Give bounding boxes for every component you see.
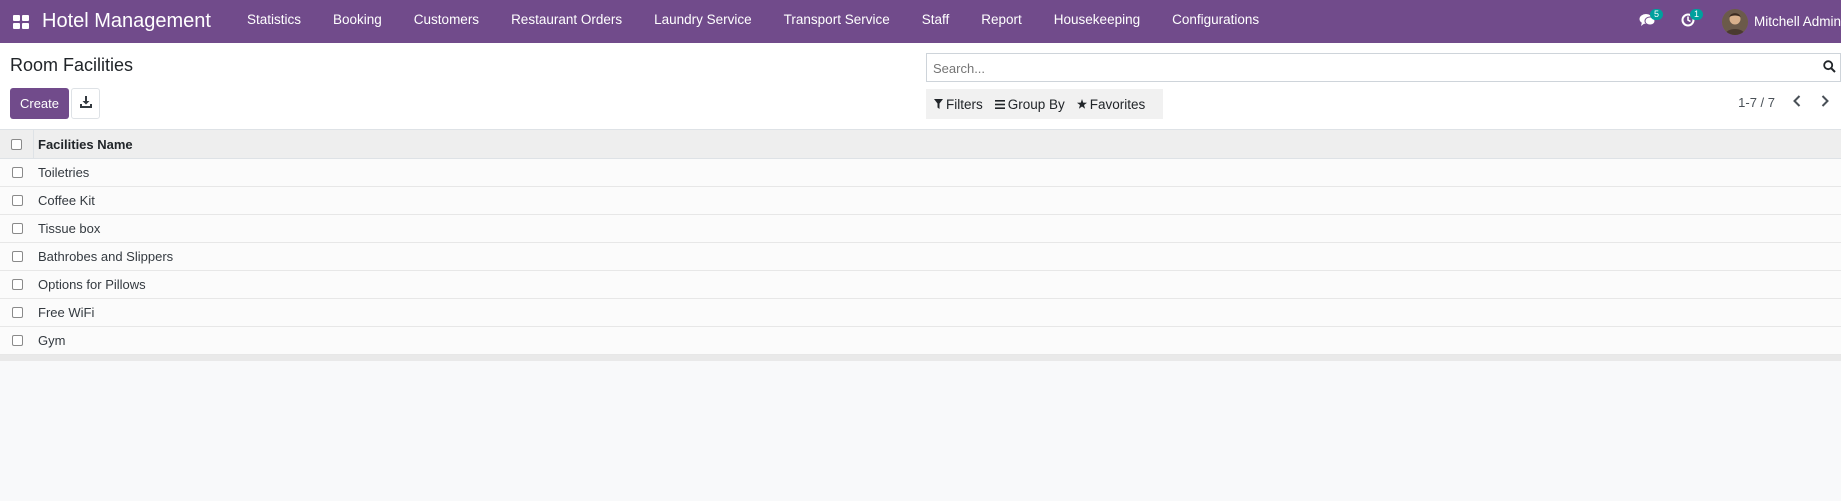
user-name: Mitchell Admin	[1753, 14, 1841, 29]
chevron-right-icon	[1821, 94, 1829, 110]
filter-icon	[934, 97, 946, 112]
row-checkbox[interactable]	[11, 279, 23, 290]
group-by-button[interactable]: Group By	[994, 96, 1065, 112]
activities-count-badge: 1	[1689, 9, 1703, 20]
row-select-cell	[0, 159, 34, 186]
table-row[interactable]: Toiletries	[0, 159, 1841, 187]
user-menu[interactable]: Mitchell Admin	[1721, 0, 1841, 43]
favorites-label: Favorites	[1089, 96, 1146, 112]
row-checkbox[interactable]	[11, 335, 23, 346]
group-by-label: Group By	[1007, 96, 1065, 112]
menu-item-restaurant-orders[interactable]: Restaurant Orders	[495, 0, 638, 43]
facility-name-cell[interactable]: Options for Pillows	[34, 277, 146, 292]
menu-item-report[interactable]: Report	[965, 0, 1038, 43]
systray: 5 1 Mitchell Admin	[1628, 0, 1841, 43]
row-checkbox[interactable]	[11, 223, 23, 234]
row-checkbox[interactable]	[11, 167, 23, 178]
list-footer	[0, 355, 1841, 361]
facility-name-cell[interactable]: Free WiFi	[34, 305, 94, 320]
select-all-cell	[0, 130, 34, 158]
menu-item-housekeeping[interactable]: Housekeeping	[1038, 0, 1156, 43]
filters-button[interactable]: Filters	[934, 97, 983, 112]
row-checkbox[interactable]	[11, 195, 23, 206]
create-button[interactable]: Create	[10, 88, 69, 119]
activities-button[interactable]: 1	[1668, 0, 1708, 43]
row-select-cell	[0, 243, 34, 270]
list-view: Facilities Name Toiletries Coffee Kit Ti…	[0, 129, 1841, 361]
table-row[interactable]: Tissue box	[0, 215, 1841, 243]
page-title: Room Facilities	[10, 55, 134, 75]
menu-item-configurations[interactable]: Configurations	[1156, 0, 1275, 43]
messages-button[interactable]: 5	[1628, 0, 1668, 43]
menu-item-booking[interactable]: Booking	[317, 0, 398, 43]
menu-item-staff[interactable]: Staff	[906, 0, 966, 43]
pager-value[interactable]: 1-7 / 7	[1738, 95, 1775, 110]
column-header-facilities-name[interactable]: Facilities Name	[34, 137, 133, 152]
app-brand[interactable]: Hotel Management	[42, 10, 211, 33]
table-row[interactable]: Free WiFi	[0, 299, 1841, 327]
table-row[interactable]: Coffee Kit	[0, 187, 1841, 215]
avatar	[1721, 8, 1748, 35]
row-select-cell	[0, 215, 34, 242]
facility-name-cell[interactable]: Gym	[34, 333, 65, 348]
facility-name-cell[interactable]: Bathrobes and Slippers	[34, 249, 173, 264]
row-checkbox[interactable]	[11, 251, 23, 262]
row-select-cell	[0, 327, 34, 354]
control-panel: Room Facilities Create Filters	[0, 43, 1841, 129]
messages-count-badge: 5	[1649, 9, 1663, 20]
main-menu: Statistics Booking Customers Restaurant …	[231, 0, 1275, 43]
menu-item-customers[interactable]: Customers	[398, 0, 495, 43]
favorites-button[interactable]: Favorites	[1076, 96, 1146, 112]
filters-label: Filters	[946, 96, 983, 112]
menu-item-laundry-service[interactable]: Laundry Service	[638, 0, 768, 43]
facility-name-cell[interactable]: Tissue box	[34, 221, 100, 236]
list-header: Facilities Name	[0, 129, 1841, 159]
app-menu-icon[interactable]	[0, 0, 42, 43]
row-checkbox[interactable]	[11, 307, 23, 318]
pager-previous-button[interactable]	[1787, 92, 1807, 112]
select-all-checkbox[interactable]	[11, 138, 22, 150]
pager-next-button[interactable]	[1815, 92, 1835, 112]
chevron-left-icon	[1793, 94, 1801, 110]
facility-name-cell[interactable]: Coffee Kit	[34, 193, 95, 208]
star-icon	[1076, 97, 1090, 112]
search-options-bar: Filters Group By Favorites	[926, 89, 1163, 119]
top-navbar: Hotel Management Statistics Booking Cust…	[0, 0, 1841, 43]
row-select-cell	[0, 187, 34, 214]
list-icon	[994, 97, 1008, 112]
menu-item-transport-service[interactable]: Transport Service	[768, 0, 906, 43]
facility-name-cell[interactable]: Toiletries	[34, 165, 89, 180]
table-row[interactable]: Options for Pillows	[0, 271, 1841, 299]
download-icon	[79, 96, 92, 111]
export-button[interactable]	[71, 88, 100, 119]
search-icon[interactable]	[1823, 60, 1836, 76]
table-row[interactable]: Gym	[0, 327, 1841, 355]
row-select-cell	[0, 271, 34, 298]
search-box	[926, 53, 1841, 83]
search-input[interactable]	[931, 54, 1805, 83]
row-select-cell	[0, 299, 34, 326]
table-row[interactable]: Bathrobes and Slippers	[0, 243, 1841, 271]
menu-item-statistics[interactable]: Statistics	[231, 0, 317, 43]
